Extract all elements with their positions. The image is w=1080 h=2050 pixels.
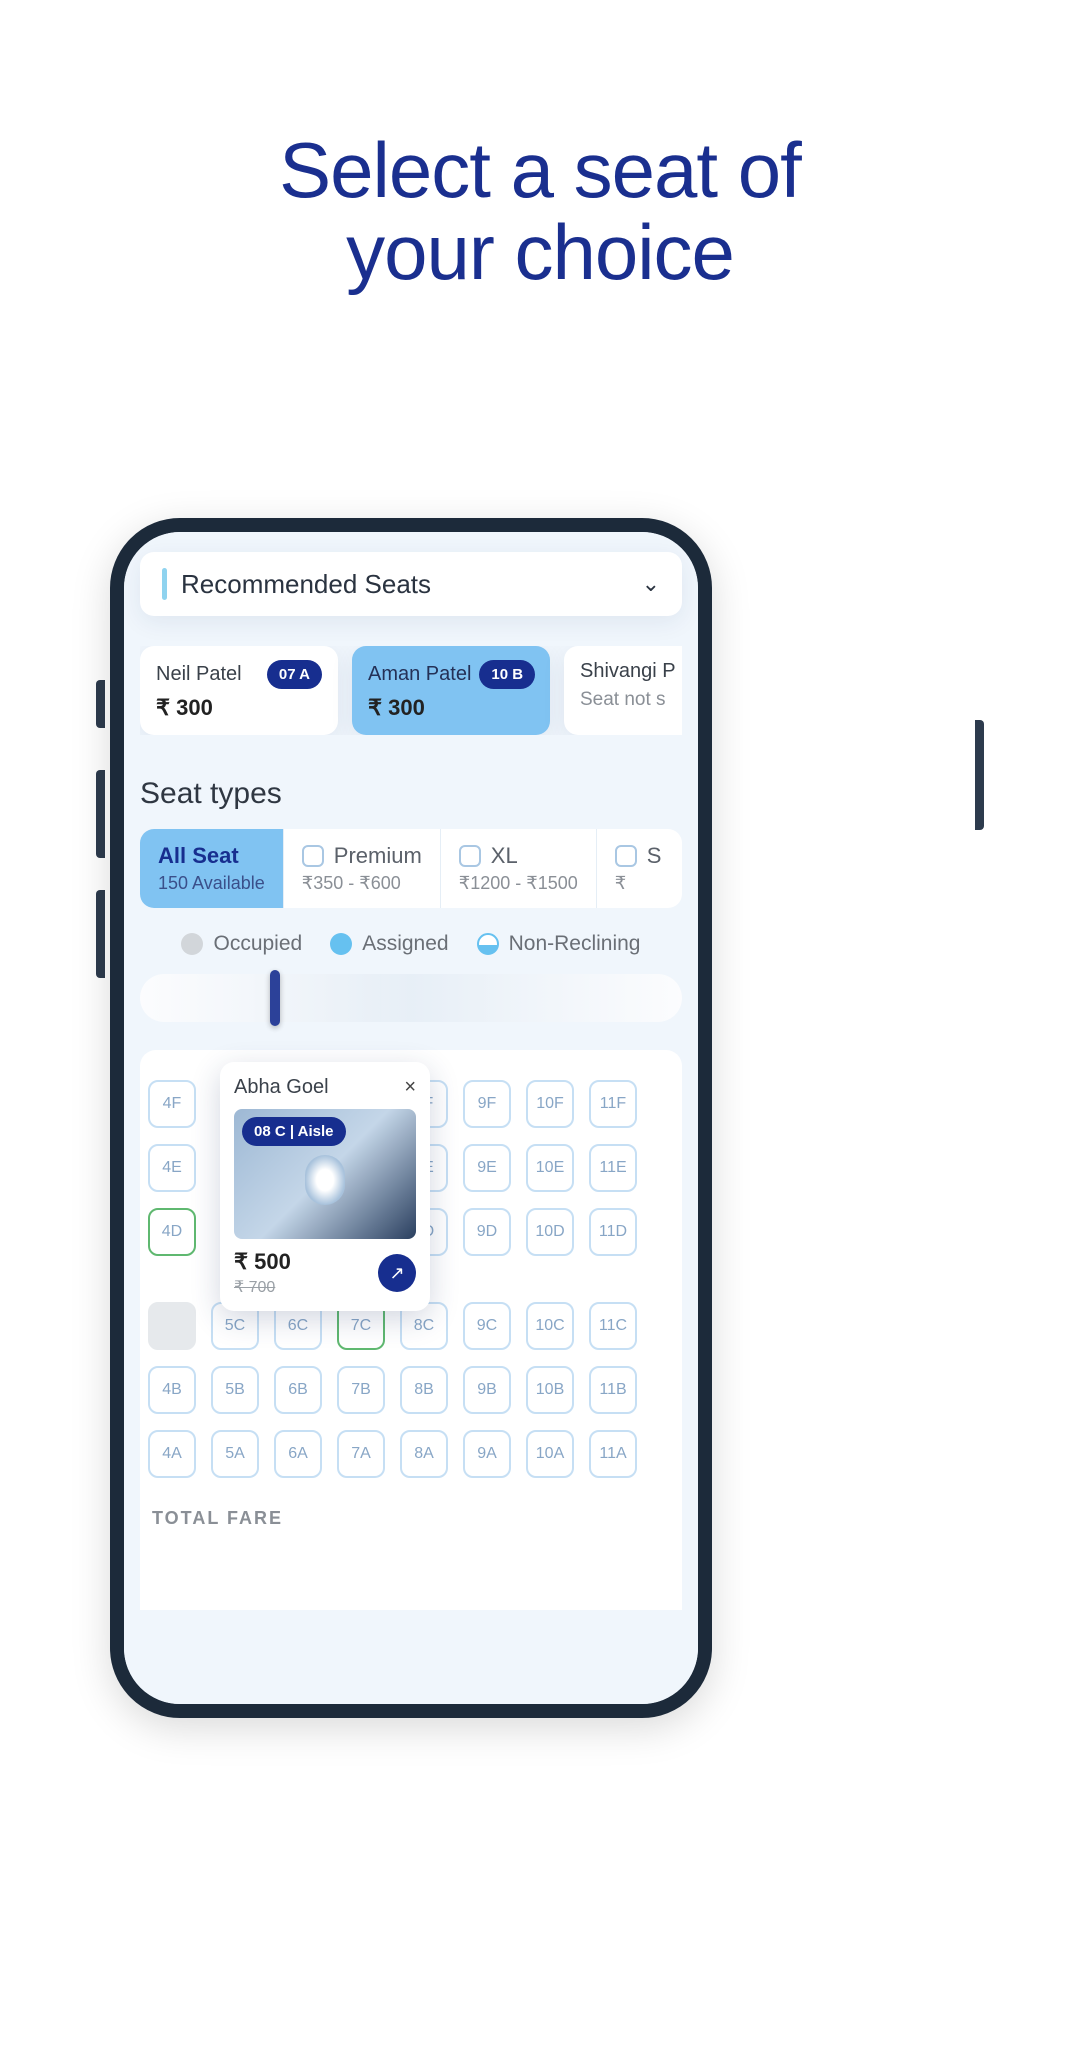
legend-assigned: Assigned (330, 932, 448, 956)
passenger-price: ₹ 300 (156, 695, 322, 721)
seat-5B[interactable]: 5B (211, 1366, 259, 1414)
passenger-price: ₹ 300 (368, 695, 534, 721)
seat-type-all[interactable]: All Seat 150 Available (140, 829, 284, 908)
seat-4A[interactable]: 4A (148, 1430, 196, 1478)
seat-badge: 07 A (267, 660, 322, 689)
popup-seat-badge: 08 C | Aisle (242, 1117, 346, 1146)
seat-10D[interactable]: 10D (526, 1208, 574, 1256)
seat-11D[interactable]: 11D (589, 1208, 637, 1256)
recommended-title: Recommended Seats (181, 569, 431, 600)
seat-types-heading: Seat types (140, 777, 682, 811)
plane-minimap[interactable] (140, 974, 682, 1022)
seat-type-more[interactable]: S ₹ (597, 829, 680, 908)
passenger-name: Aman Patel (368, 663, 471, 686)
phone-power-button (975, 720, 984, 830)
seat-10E[interactable]: 10E (526, 1144, 574, 1192)
seat-6A[interactable]: 6A (274, 1430, 322, 1478)
seat-preview-image: 08 C | Aisle (234, 1109, 416, 1239)
seat-11F[interactable]: 11F (589, 1080, 637, 1128)
passenger-note: Seat not s (580, 689, 682, 711)
seat-legend: Occupied Assigned Non-Reclining (140, 932, 682, 956)
type-sub: ₹1200 - ₹1500 (459, 873, 578, 894)
type-sub: ₹ (615, 873, 662, 894)
recommended-seats-card[interactable]: Recommended Seats ⌄ (140, 552, 682, 616)
passenger-name: Shivangi P (580, 660, 676, 683)
seat-10A[interactable]: 10A (526, 1430, 574, 1478)
headline-line-1: Select a seat of (279, 126, 801, 214)
page-headline: Select a seat of your choice (0, 130, 1080, 294)
seat-4C-occupied (148, 1302, 196, 1350)
type-sub: 150 Available (158, 873, 265, 894)
seat-9F[interactable]: 9F (463, 1080, 511, 1128)
app-screen: Recommended Seats ⌄ Neil Patel 07 A ₹ 30… (124, 532, 698, 1704)
passenger-card-shivangi[interactable]: Shivangi P Seat not s (564, 646, 682, 735)
seat-8A[interactable]: 8A (400, 1430, 448, 1478)
type-name: Premium (334, 843, 422, 869)
phone-volume-down (96, 890, 105, 978)
popup-passenger-name: Abha Goel (234, 1076, 329, 1099)
seat-5A[interactable]: 5A (211, 1430, 259, 1478)
confirm-seat-button[interactable]: ↗ (378, 1254, 416, 1292)
seat-4B[interactable]: 4B (148, 1366, 196, 1414)
assigned-dot-icon (330, 933, 352, 955)
phone-side-button-1 (96, 680, 105, 728)
seat-type-swatch (459, 845, 481, 867)
popup-price: ₹ 500 (234, 1249, 291, 1275)
seat-type-swatch (302, 845, 324, 867)
type-sub: ₹350 - ₹600 (302, 873, 422, 894)
total-fare-label: TOTAL FARE (148, 1508, 674, 1529)
close-icon[interactable]: × (404, 1076, 416, 1099)
seat-9C[interactable]: 9C (463, 1302, 511, 1350)
seat-11A[interactable]: 11A (589, 1430, 637, 1478)
popup-old-price: ₹ 700 (234, 1277, 291, 1297)
seat-row-B: 4B 5B 6B 7B 8B 9B 10B 11B (148, 1366, 674, 1414)
seat-7A[interactable]: 7A (337, 1430, 385, 1478)
seat-6B[interactable]: 6B (274, 1366, 322, 1414)
headline-line-2: your choice (346, 208, 734, 296)
legend-assigned-label: Assigned (362, 932, 448, 956)
seat-9A[interactable]: 9A (463, 1430, 511, 1478)
nonreclining-dot-icon (477, 933, 499, 955)
seat-4E[interactable]: 4E (148, 1144, 196, 1192)
seat-10B[interactable]: 10B (526, 1366, 574, 1414)
seat-type-premium[interactable]: Premium ₹350 - ₹600 (284, 829, 441, 908)
type-name: All Seat (158, 843, 239, 869)
seat-row-A: 4A 5A 6A 7A 8A 9A 10A 11A (148, 1430, 674, 1478)
passenger-list: Neil Patel 07 A ₹ 300 Aman Patel 10 B ₹ … (140, 646, 682, 735)
legend-nonreclining-label: Non-Reclining (509, 932, 641, 956)
seat-4F[interactable]: 4F (148, 1080, 196, 1128)
seat-preview-popup: Abha Goel × 08 C | Aisle ₹ 500 ₹ 700 ↗ (220, 1062, 430, 1311)
type-name: XL (491, 843, 518, 869)
legend-occupied-label: Occupied (213, 932, 302, 956)
seat-9E[interactable]: 9E (463, 1144, 511, 1192)
seat-map: Abha Goel × 08 C | Aisle ₹ 500 ₹ 700 ↗ 4… (140, 1050, 682, 1610)
passenger-card-neil[interactable]: Neil Patel 07 A ₹ 300 (140, 646, 338, 735)
seat-10C[interactable]: 10C (526, 1302, 574, 1350)
type-name: S (647, 843, 662, 869)
seat-10F[interactable]: 10F (526, 1080, 574, 1128)
seat-11E[interactable]: 11E (589, 1144, 637, 1192)
plane-minimap-handle[interactable] (270, 970, 280, 1026)
chevron-down-icon[interactable]: ⌄ (642, 571, 660, 597)
occupied-dot-icon (181, 933, 203, 955)
recommended-accent-bar (162, 568, 167, 600)
seat-9B[interactable]: 9B (463, 1366, 511, 1414)
phone-frame: Recommended Seats ⌄ Neil Patel 07 A ₹ 30… (110, 518, 712, 1718)
seat-badge: 10 B (479, 660, 535, 689)
legend-occupied: Occupied (181, 932, 302, 956)
seat-type-xl[interactable]: XL ₹1200 - ₹1500 (441, 829, 597, 908)
seat-type-tabs: All Seat 150 Available Premium ₹350 - ₹6… (140, 829, 682, 908)
seat-11C[interactable]: 11C (589, 1302, 637, 1350)
phone-volume-up (96, 770, 105, 858)
seat-type-swatch (615, 845, 637, 867)
passenger-name: Neil Patel (156, 663, 242, 686)
passenger-card-aman[interactable]: Aman Patel 10 B ₹ 300 (352, 646, 550, 735)
seat-11B[interactable]: 11B (589, 1366, 637, 1414)
seat-7B[interactable]: 7B (337, 1366, 385, 1414)
seat-8B[interactable]: 8B (400, 1366, 448, 1414)
legend-nonreclining: Non-Reclining (477, 932, 641, 956)
seat-9D[interactable]: 9D (463, 1208, 511, 1256)
seat-4D[interactable]: 4D (148, 1208, 196, 1256)
